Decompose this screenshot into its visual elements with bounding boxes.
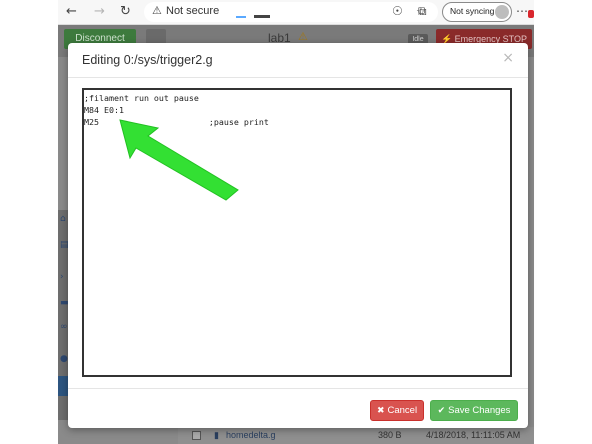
modal-title: Editing 0:/sys/trigger2.g bbox=[82, 53, 213, 67]
link-icon[interactable]: ∞ bbox=[60, 322, 68, 332]
cancel-label: Cancel bbox=[387, 405, 418, 416]
url-text-redacted-2 bbox=[254, 15, 270, 18]
cancel-button[interactable]: ✖ Cancel bbox=[370, 400, 424, 421]
collections-icon[interactable]: ☉ bbox=[392, 4, 403, 18]
editor-lines: ;filament run out pause M84 E0:1 M25 ;paus… bbox=[84, 92, 269, 128]
split-screen-icon[interactable]: ⧉ bbox=[418, 4, 427, 19]
more-menu-icon[interactable]: ⋯ bbox=[516, 4, 528, 18]
warning-icon: ⚠ bbox=[152, 4, 162, 17]
file-icon: ▮ bbox=[214, 430, 219, 440]
file-date: 4/18/2018, 11:11:05 AM bbox=[426, 430, 521, 440]
code-line: M84 E0:1 bbox=[84, 105, 124, 115]
close-icon[interactable]: × bbox=[502, 50, 514, 66]
code-line: M25 ;pause print bbox=[84, 117, 269, 127]
back-arrow-icon[interactable]: ← bbox=[66, 4, 77, 20]
forward-arrow-icon[interactable]: → bbox=[94, 4, 105, 20]
code-line: ;filament run out pause bbox=[84, 93, 199, 103]
save-label: Save Changes bbox=[448, 405, 511, 416]
file-name[interactable]: homedelta.g bbox=[226, 430, 276, 440]
file-editor-textarea[interactable]: ;filament run out pause M84 E0:1 M25 ;paus… bbox=[82, 88, 512, 377]
notification-badge bbox=[528, 10, 534, 18]
sync-status-label: Not syncing bbox=[450, 6, 495, 16]
cancel-x-icon: ✖ bbox=[376, 406, 385, 416]
browser-toolbar: ← → ↻ ⚠ Not secure ☆ ☉ ⧉ Not syncing ⋯ bbox=[58, 0, 534, 25]
checkmark-icon: ✔ bbox=[437, 406, 446, 416]
reload-icon[interactable]: ↻ bbox=[120, 4, 131, 20]
table-row[interactable]: ▮ homedelta.g 380 B 4/18/2018, 11:11:05 … bbox=[178, 427, 534, 444]
profile-sync-button[interactable]: Not syncing bbox=[442, 2, 512, 22]
home-icon[interactable]: ⌂ bbox=[60, 214, 66, 224]
warning-icon: ⚠ bbox=[298, 30, 308, 43]
globe-icon[interactable]: ● bbox=[60, 354, 68, 364]
edit-file-modal: Editing 0:/sys/trigger2.g × ;filament ru… bbox=[68, 43, 528, 428]
modal-footer: ✖ Cancel ✔ Save Changes bbox=[68, 388, 528, 428]
row-checkbox[interactable] bbox=[192, 431, 201, 440]
save-changes-button[interactable]: ✔ Save Changes bbox=[430, 400, 518, 421]
avatar bbox=[495, 5, 509, 19]
url-text-redacted bbox=[236, 16, 246, 18]
security-status[interactable]: Not secure bbox=[166, 5, 219, 17]
file-size: 380 B bbox=[378, 430, 402, 440]
console-icon[interactable]: › bbox=[60, 272, 64, 282]
modal-header: Editing 0:/sys/trigger2.g × bbox=[68, 43, 528, 78]
